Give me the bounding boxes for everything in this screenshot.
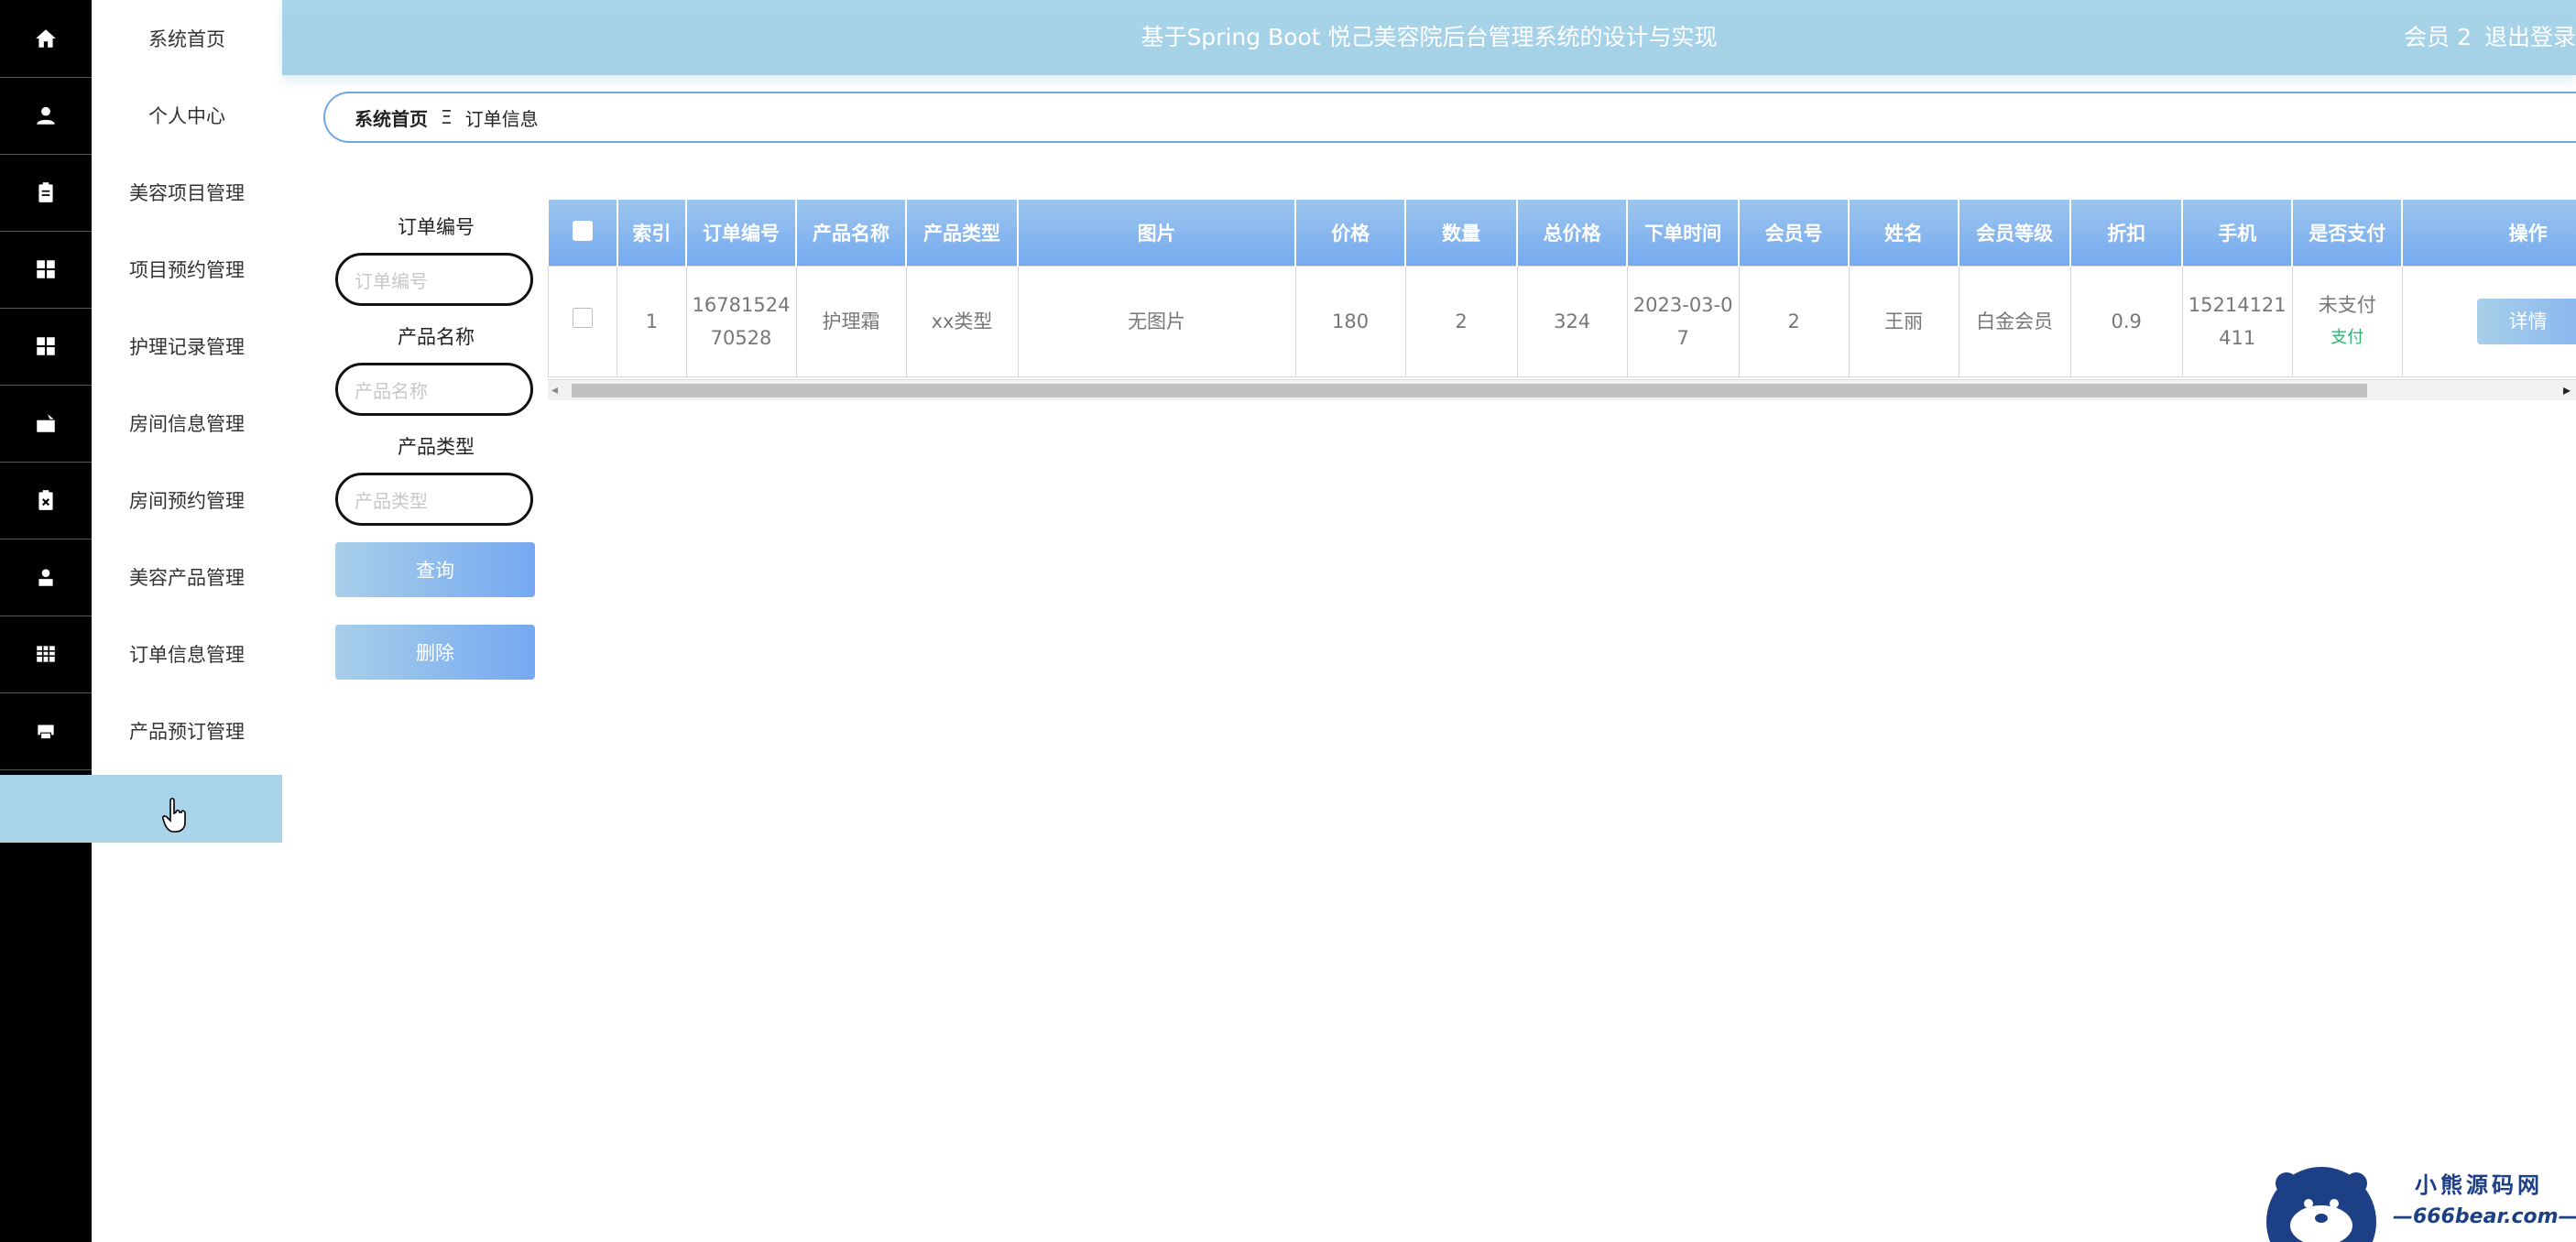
cell-image: 无图片 <box>1017 266 1296 377</box>
table-row: 1 1678152470528 护理霜 xx类型 无图片 180 2 324 2… <box>548 266 2576 377</box>
cell-index: 1 <box>617 266 687 377</box>
breadcrumb-home[interactable]: 系统首页 <box>355 104 428 131</box>
col-order-time: 下单时间 <box>1627 200 1741 267</box>
select-all-checkbox[interactable] <box>548 200 618 267</box>
pay-link[interactable]: 支付 <box>2298 321 2396 354</box>
col-member-level: 会员等级 <box>1959 200 2072 267</box>
watermark-cn: 小熊源码网 <box>2415 1172 2543 1198</box>
scroll-right-arrow-icon[interactable]: ▸ <box>2563 381 2571 398</box>
col-discount: 折扣 <box>2070 200 2184 267</box>
col-name: 姓名 <box>1849 200 1960 267</box>
sidebar-item-orders[interactable]: 订单信息管理 <box>92 616 282 692</box>
delete-button[interactable]: 删除 <box>335 625 535 680</box>
briefcase-icon[interactable] <box>0 385 92 463</box>
col-quantity: 数量 <box>1405 200 1519 267</box>
paid-status: 未支付 <box>2318 294 2376 316</box>
cell-order-time: 2023-03-07 <box>1626 266 1740 377</box>
sidebar-item-room-info[interactable]: 房间信息管理 <box>92 385 282 462</box>
top-header: 基于Spring Boot 悦己美容院后台管理系统的设计与实现 会员 2 退出登录 <box>282 0 2576 75</box>
sidebar-item-profile[interactable]: 个人中心 <box>92 77 282 154</box>
scrollbar-thumb[interactable] <box>572 384 2367 398</box>
cell-product-type: xx类型 <box>905 266 1019 377</box>
search-panel: 订单编号 订单编号 产品名称 产品名称 产品类型 产品类型 查询 删除 <box>335 212 537 680</box>
orders-table: 索引 订单编号 产品名称 产品类型 图片 价格 数量 总价格 下单时间 会员号 … <box>548 200 2576 399</box>
query-button[interactable]: 查询 <box>335 542 535 597</box>
order-no-input[interactable]: 订单编号 <box>335 253 533 306</box>
cell-price: 180 <box>1294 266 1406 377</box>
col-image: 图片 <box>1018 200 1297 267</box>
bear-logo-icon <box>2266 1167 2376 1242</box>
col-paid: 是否支付 <box>2292 200 2404 267</box>
col-price: 价格 <box>1295 200 1407 267</box>
watermark-en: —666bear.com— <box>2393 1205 2576 1228</box>
sidebar-icon-rail <box>0 0 92 1242</box>
table-horizontal-scrollbar[interactable]: ◂ ▸ <box>548 379 2576 400</box>
sidebar-item-beauty-projects[interactable]: 美容项目管理 <box>92 154 282 231</box>
col-member-no: 会员号 <box>1739 200 1850 267</box>
col-product-name: 产品名称 <box>796 200 907 267</box>
sidebar-item-hovered[interactable] <box>0 775 282 843</box>
scroll-left-arrow-icon[interactable]: ◂ <box>551 383 558 398</box>
sidebar-item-project-booking[interactable]: 项目预约管理 <box>92 231 282 308</box>
breadcrumb: 系统首页 Ξ 订单信息 <box>323 92 2576 143</box>
user-area: 会员 2 退出登录 <box>2391 0 2576 75</box>
col-actions: 操作 <box>2402 200 2576 267</box>
cell-paid: 未支付 支付 <box>2291 266 2403 377</box>
cell-actions: 详情 <box>2401 266 2576 377</box>
product-type-label: 产品类型 <box>398 436 475 458</box>
cell-total: 324 <box>1516 266 1628 377</box>
cell-member-no: 2 <box>1738 266 1850 377</box>
sidebar-item-home[interactable]: 系统首页 <box>92 0 282 77</box>
hand-cursor-icon <box>162 797 186 833</box>
sidebar-item-room-booking[interactable]: 房间预约管理 <box>92 462 282 539</box>
app-title: 基于Spring Boot 悦己美容院后台管理系统的设计与实现 <box>1141 24 1718 50</box>
cell-discount: 0.9 <box>2069 266 2183 377</box>
col-order-no: 订单编号 <box>686 200 797 267</box>
product-type-input[interactable]: 产品类型 <box>335 473 533 526</box>
sidebar-menu: 系统首页 个人中心 美容项目管理 项目预约管理 护理记录管理 房间信息管理 房间… <box>92 0 282 1242</box>
print-icon[interactable] <box>0 692 92 770</box>
sidebar-item-product-reservation[interactable]: 产品预订管理 <box>92 692 282 769</box>
cell-order-no: 1678152470528 <box>685 266 797 377</box>
product-name-input[interactable]: 产品名称 <box>335 363 533 416</box>
col-total: 总价格 <box>1517 200 1629 267</box>
cell-quantity: 2 <box>1404 266 1518 377</box>
row-checkbox[interactable] <box>548 266 618 377</box>
home-icon[interactable] <box>0 0 92 78</box>
sidebar-item-beauty-products[interactable]: 美容产品管理 <box>92 539 282 616</box>
breadcrumb-separator: Ξ <box>441 106 453 128</box>
detail-button[interactable]: 详情 <box>2476 299 2576 344</box>
product-name-label: 产品名称 <box>398 326 475 348</box>
col-product-type: 产品类型 <box>906 200 1020 267</box>
clipboard-x-icon[interactable] <box>0 462 92 539</box>
cell-phone: 15214121411 <box>2181 266 2293 377</box>
user-icon[interactable] <box>0 77 92 155</box>
col-phone: 手机 <box>2182 200 2294 267</box>
grid-icon[interactable] <box>0 308 92 386</box>
table-header-row: 索引 订单编号 产品名称 产品类型 图片 价格 数量 总价格 下单时间 会员号 … <box>548 200 2576 267</box>
current-user: 会员 2 <box>2404 24 2472 50</box>
grid-icon[interactable] <box>0 231 92 309</box>
breadcrumb-current: 订单信息 <box>464 107 539 130</box>
person-icon[interactable] <box>0 539 92 616</box>
col-index: 索引 <box>617 200 688 267</box>
table-icon[interactable] <box>0 616 92 693</box>
cell-product-name: 护理霜 <box>795 266 907 377</box>
logout-link[interactable]: 退出登录 <box>2484 24 2576 50</box>
cell-member-level: 白金会员 <box>1958 266 2071 377</box>
order-no-label: 订单编号 <box>398 216 475 238</box>
sidebar-item-care-records[interactable]: 护理记录管理 <box>92 308 282 385</box>
watermark-logo: 小熊源码网 —666bear.com— <box>2259 1161 2576 1242</box>
clipboard-icon[interactable] <box>0 154 92 232</box>
cell-name: 王丽 <box>1848 266 1959 377</box>
